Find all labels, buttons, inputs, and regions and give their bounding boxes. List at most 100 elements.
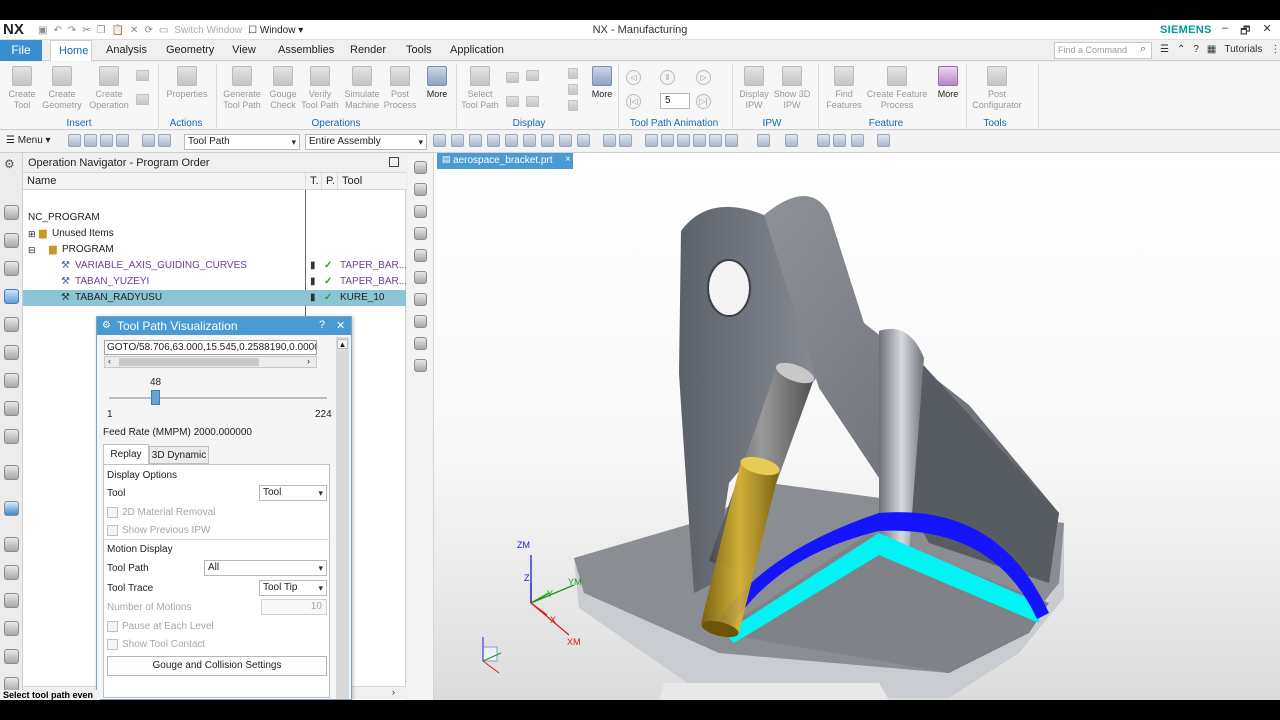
create-operation-button[interactable]: Create Operation xyxy=(86,66,132,111)
tree-row[interactable]: ⚒ TABAN_YUZEYI ▮ ✓ TAPER_BAR... xyxy=(23,274,407,290)
globe-icon[interactable] xyxy=(4,501,19,516)
snap-face-icon[interactable] xyxy=(577,134,590,147)
goto-hscrollbar[interactable]: ‹ › xyxy=(104,356,317,368)
gouge-check-button[interactable]: Gouge Check xyxy=(265,66,301,111)
number-of-motions-input[interactable]: 10 xyxy=(261,599,327,615)
scroll-right-icon[interactable]: › xyxy=(392,687,395,697)
display-option-1-icon[interactable] xyxy=(506,72,519,83)
motion-slider-thumb[interactable] xyxy=(150,390,160,405)
snap-arc-icon[interactable] xyxy=(523,134,536,147)
paste-icon[interactable]: 📋 xyxy=(112,25,124,36)
tab-application[interactable]: Application xyxy=(442,40,508,61)
view-icon-2[interactable] xyxy=(619,134,632,147)
move-middle-icon[interactable] xyxy=(568,84,578,95)
redo-icon[interactable]: ↷ xyxy=(68,25,76,36)
column-tool[interactable]: Tool xyxy=(338,173,406,190)
scroll-left-icon[interactable]: ‹ xyxy=(108,356,111,366)
close-tab-icon[interactable]: × xyxy=(565,154,571,165)
tab-view[interactable]: View xyxy=(224,40,264,61)
tab-replay[interactable]: Replay xyxy=(103,444,149,464)
snap-center-icon[interactable] xyxy=(487,134,500,147)
scope-select[interactable]: Entire Assembly xyxy=(305,134,427,150)
create-geometry-button[interactable]: Create Geometry xyxy=(40,66,84,111)
verify-tool-path-button[interactable]: Verify Tool Path xyxy=(300,66,340,111)
tree-row[interactable]: NC_PROGRAM xyxy=(23,210,406,226)
help-icon[interactable]: ? xyxy=(1193,44,1199,55)
history-icon[interactable] xyxy=(4,429,19,444)
column-path[interactable]: P. xyxy=(322,173,338,190)
find-features-button[interactable]: Find Features xyxy=(824,66,864,111)
display-ipw-button[interactable]: Display IPW xyxy=(736,66,772,111)
restore-button[interactable]: 🗗 xyxy=(1240,22,1250,41)
manufacturing-wizard-icon[interactable] xyxy=(4,649,19,664)
copy-object-icon[interactable] xyxy=(136,70,149,81)
tool-trace-select[interactable]: Tool Tip xyxy=(259,580,327,596)
shade-icon[interactable] xyxy=(785,134,798,147)
snap-point-icon[interactable] xyxy=(433,134,446,147)
orient-icon[interactable] xyxy=(709,134,722,147)
collapse-icon[interactable]: ⊟ xyxy=(28,242,36,258)
post-process-button[interactable]: Post Process xyxy=(382,66,418,111)
tab-3d-dynamic[interactable]: 3D Dynamic xyxy=(149,446,209,464)
find-command-input[interactable]: Find a Command xyxy=(1054,42,1152,59)
fit-icon[interactable] xyxy=(645,134,658,147)
select-mode-icon[interactable] xyxy=(84,134,97,147)
dialog-vscrollbar[interactable]: ▲ xyxy=(336,337,349,699)
goto-record-field[interactable]: GOTO/58.706,63.000,15.545,0.2588190,0.00… xyxy=(104,340,317,355)
palette-icon[interactable] xyxy=(4,593,19,608)
hide-icon[interactable] xyxy=(414,227,427,240)
rotate-icon[interactable] xyxy=(693,134,706,147)
display-option-2-icon[interactable] xyxy=(526,70,539,81)
display-more-button[interactable]: More xyxy=(588,66,616,100)
show-tool-contact-checkbox[interactable] xyxy=(107,639,118,650)
close-window-button[interactable]: ✕ xyxy=(1262,22,1271,41)
play-icon[interactable]: ▷ xyxy=(696,70,711,85)
generate-tool-path-button[interactable]: Generate Tool Path xyxy=(219,66,265,111)
repeat-command-icon[interactable]: ⟳ xyxy=(144,25,152,36)
edit-object-icon[interactable] xyxy=(136,94,149,105)
tree-row[interactable]: ⊞ ▆ Unused Items xyxy=(23,226,406,242)
orient-view-icon[interactable] xyxy=(414,293,427,306)
maximize-panel-icon[interactable] xyxy=(389,157,399,167)
clip-view-icon[interactable] xyxy=(414,337,427,350)
tab-home[interactable]: Home xyxy=(50,40,92,61)
display-option-3-icon[interactable] xyxy=(506,96,519,107)
tutorials-icon[interactable]: ▦ xyxy=(1207,44,1216,55)
ribbon-options-icon[interactable]: ☰ xyxy=(1160,44,1169,55)
tree-row[interactable]: ⚒ TABAN_RADYUSU ▮ ✓ KURE_10 xyxy=(23,290,406,306)
constraint-navigator-icon[interactable] xyxy=(4,261,19,276)
minimize-button[interactable]: – xyxy=(1222,22,1228,41)
previous-ipw-checkbox[interactable] xyxy=(107,525,118,536)
pause-each-level-checkbox[interactable] xyxy=(107,621,118,632)
snap-quadrant-icon[interactable] xyxy=(541,134,554,147)
view-icon-1[interactable] xyxy=(603,134,616,147)
tab-file[interactable]: File xyxy=(0,40,42,61)
tool-display-select[interactable]: Tool xyxy=(259,485,327,501)
select-filter-icon[interactable] xyxy=(68,134,81,147)
tab-assemblies[interactable]: Assemblies xyxy=(270,40,336,61)
tree-row[interactable]: ⊟ ▆ PROGRAM xyxy=(23,242,406,258)
expand-icon[interactable]: ⊞ xyxy=(28,226,36,242)
pan-icon[interactable] xyxy=(677,134,690,147)
rewind-icon[interactable]: |◁ xyxy=(626,94,641,109)
move-up-icon[interactable] xyxy=(568,68,578,79)
snap-mid-icon[interactable] xyxy=(469,134,482,147)
snap-end-icon[interactable] xyxy=(451,134,464,147)
layer-icon[interactable] xyxy=(817,134,830,147)
snap-control-icon[interactable] xyxy=(505,134,518,147)
properties-button[interactable]: Properties xyxy=(162,66,212,100)
fit-view-icon[interactable] xyxy=(414,161,427,174)
select-tool-path-button[interactable]: Select Tool Path xyxy=(459,66,501,111)
pause-icon[interactable]: ‖ xyxy=(660,70,675,85)
close-dialog-button[interactable]: ✕ xyxy=(336,319,345,332)
web-browser-icon[interactable] xyxy=(4,401,19,416)
wcs-icon[interactable] xyxy=(851,134,864,147)
zoom-icon[interactable] xyxy=(661,134,674,147)
scroll-up-icon[interactable]: ▲ xyxy=(337,339,348,349)
column-toolchange[interactable]: T. xyxy=(306,173,322,190)
ribbon-menu-icon[interactable]: ⋮ xyxy=(1270,44,1280,55)
operation-navigator-icon[interactable] xyxy=(4,289,19,304)
machine-tool-navigator-icon[interactable] xyxy=(4,317,19,332)
section-icon[interactable] xyxy=(757,134,770,147)
clock-icon[interactable] xyxy=(4,537,19,552)
